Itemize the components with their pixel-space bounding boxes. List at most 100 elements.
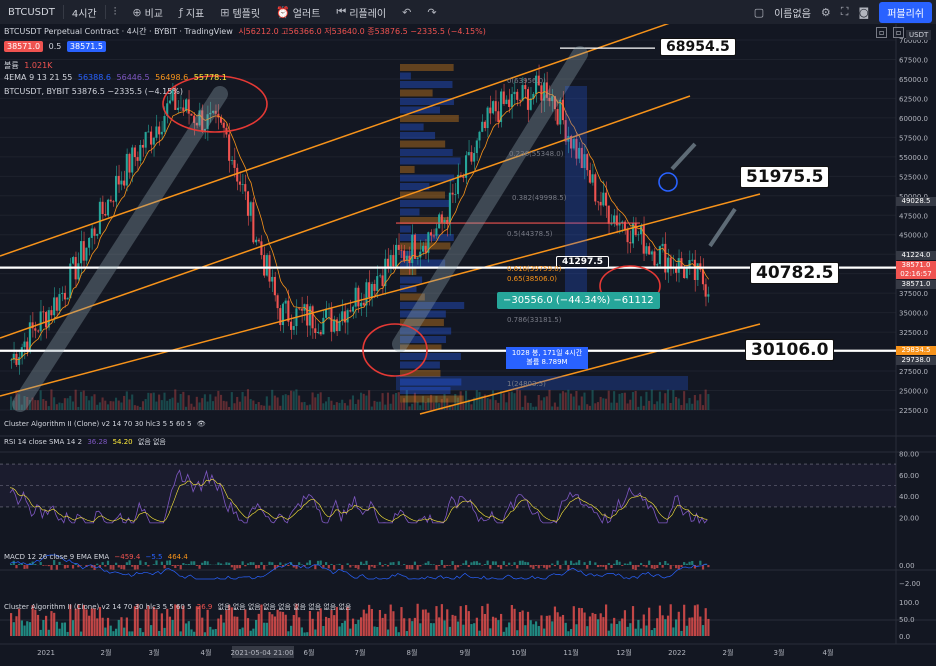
eye-icon[interactable]: 👁 [197,420,206,428]
rsi-axis-label: 40.00 [899,493,919,501]
macd-hist-bar [540,565,543,566]
candle-body [529,98,532,110]
symbol-button[interactable]: BTCUSDT [0,7,63,18]
volume-bar [572,396,575,410]
cluster-bar [314,629,317,636]
macd-hist-bar [432,564,435,565]
price-axis-label: 37500.0 [899,290,928,298]
candle-body [233,159,236,168]
macd-hist-bar [532,565,535,570]
macd-hist-bar [666,563,670,565]
macd-hist-bar [217,562,220,565]
candle-body [88,237,91,248]
macd-hist-bar [675,565,678,569]
indicators-button[interactable]: ƒ 지표 [171,5,212,20]
candle-body [349,310,352,312]
volume-bar [491,390,495,410]
fib-label: 0.618(39759.0) [507,265,562,273]
undo-button[interactable]: ↶ [394,6,419,19]
candle-body [642,225,645,254]
price-axis-label: 47500.0 [899,212,928,220]
macd-hist-bar [465,560,468,565]
macd-hist-bar [244,565,247,567]
candle-body [150,131,153,145]
volume-bar [158,394,161,410]
volume-bar [10,396,13,410]
cluster-bar [389,604,392,636]
candle-body [246,191,250,216]
macd-hist-bar [298,562,301,565]
cluster-bottom-legend: Cluster Algorithm II (Clone) v2 14 70 30… [4,602,354,612]
candle-body [284,300,287,304]
macd-hist-bar [456,565,460,568]
volume-bar [424,401,427,410]
candle-body [351,306,355,312]
window-icon[interactable]: ▫ [892,27,905,38]
undo-icon: ↶ [402,5,412,19]
gear-icon[interactable]: ⚙ [821,6,831,19]
chart-settings-icons: ▫ ▫ [876,27,907,38]
macd-hist-bar [42,565,45,566]
volume-bar [677,398,680,410]
cluster-bar [96,618,99,636]
candle-body [489,107,492,114]
macd-hist-bar [572,563,575,565]
compare-button[interactable]: ⊕ 비교 [124,5,171,20]
volume-bar [618,393,621,410]
cluster-bar [303,632,306,636]
alerts-button[interactable]: ⏰ 얼러트 [268,5,328,20]
volume-bar [133,405,136,410]
time-axis-label: 11월 [563,648,578,657]
cluster-bar [602,617,605,636]
volume-bar [637,406,640,410]
candle-body [443,220,446,223]
fullscreen-icon[interactable]: ⛶ [841,5,849,19]
redo-button[interactable]: ↷ [419,6,444,19]
layout-icon[interactable]: ▢ [754,6,764,19]
macd-hist-bar [602,565,605,567]
templates-button[interactable]: ⊞ 템플릿 [212,5,268,20]
publish-button[interactable]: 퍼블리쉬 [879,1,932,23]
replay-button[interactable]: ⏮ 리플레이 [328,5,394,20]
candle-body [109,199,112,202]
volume-bar [136,405,139,410]
macd-hist-bar [370,565,373,567]
cluster-bar [325,616,328,636]
macd-hist-bar [677,565,680,570]
layout-name-button[interactable]: 이름없음 [774,5,811,20]
buy-price-button[interactable]: 38571.5 [66,41,107,52]
macd-hist-bar [120,565,123,570]
camera-icon[interactable]: ◙ [859,6,870,19]
volume-bar [693,395,696,410]
cluster-bar [158,630,161,636]
candle-body [147,131,150,133]
macd-hist-bar [260,562,263,565]
window-icon[interactable]: ▫ [876,27,888,38]
cluster-bar [28,622,32,636]
compare-label: 비교 [144,8,163,20]
volume-bar [249,399,252,410]
candle-body [438,214,441,229]
sell-price-button[interactable]: 38571.0 [4,41,44,52]
macd-hist-bar [338,563,341,565]
macd-hist-bar [489,565,492,569]
macd-hist-bar [168,560,172,565]
cluster-bar [74,608,77,636]
macd-hist-bar [545,565,548,570]
candle-body [693,259,696,281]
candle-body [669,257,672,268]
bar-style-button[interactable]: ⫶ [106,5,125,19]
volume-bar [357,399,360,410]
macd-hist-bar [63,565,67,569]
cluster-bar [505,627,508,636]
currency-badge[interactable]: USDT [906,30,932,40]
cluster-bar [85,609,88,636]
cluster-bar [693,605,697,636]
macd-hist-bar [101,562,104,565]
ema-value-3: 56498.6 [155,73,189,82]
cluster-bar [128,631,131,636]
interval-button[interactable]: 4시간 [64,5,105,20]
price-tag: 41224.0 [896,251,936,260]
macd-hist-bar [327,565,330,569]
cluster-top-label: Cluster Algorithm II (Clone) v2 14 70 30… [4,420,192,428]
